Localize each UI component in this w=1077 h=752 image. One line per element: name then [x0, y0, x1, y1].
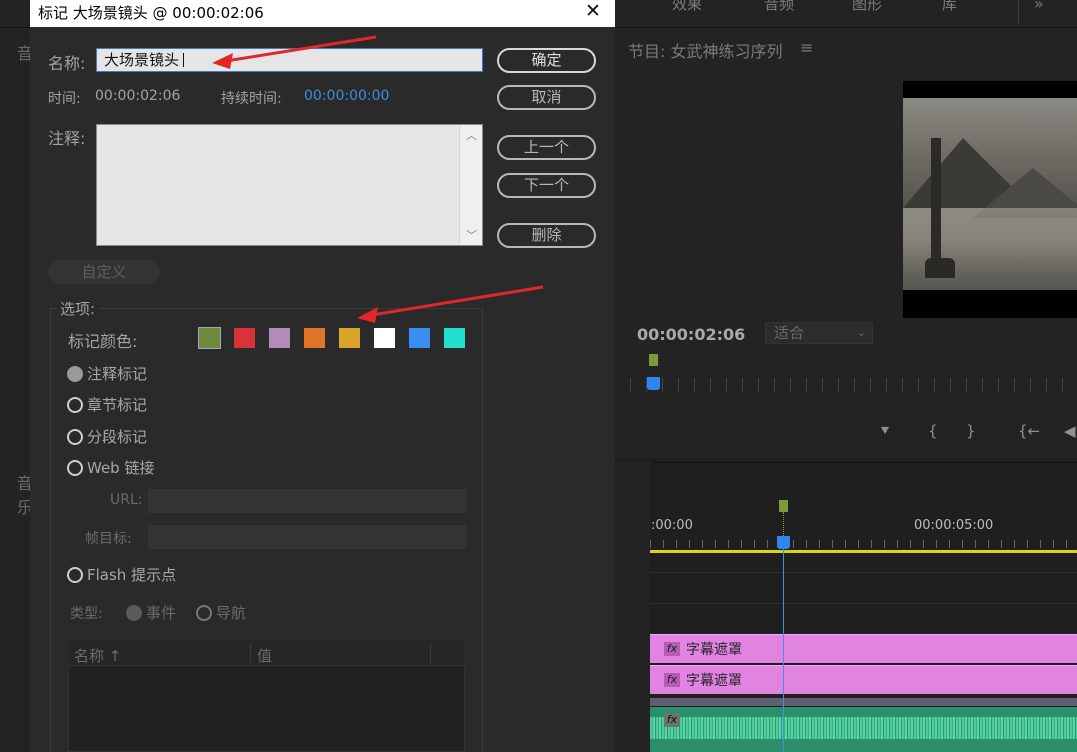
- annotation-arrows: [212, 35, 544, 323]
- annotation-arrow-name: [212, 35, 377, 69]
- annotation-arrow-colors: [357, 285, 544, 323]
